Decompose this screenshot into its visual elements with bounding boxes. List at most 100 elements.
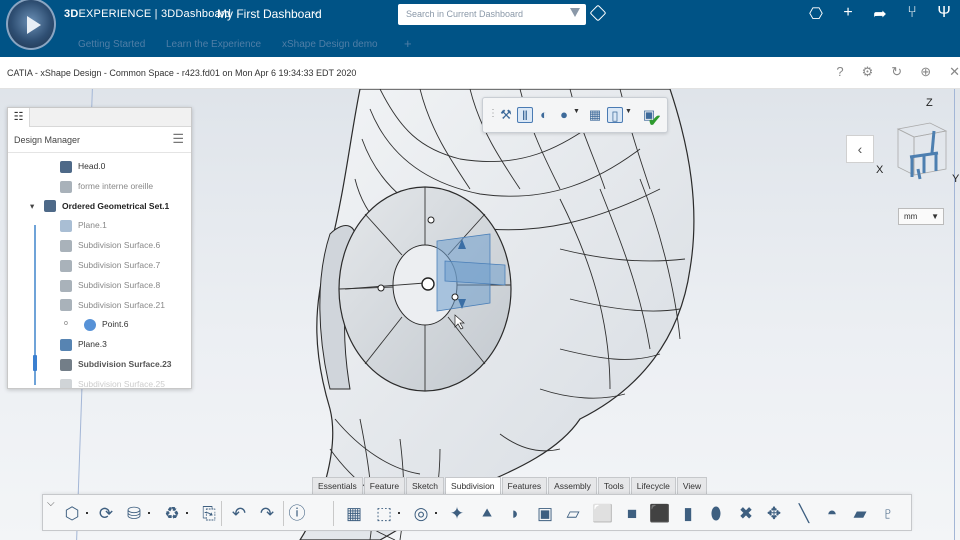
update-icon[interactable]: ⟳ — [95, 503, 117, 525]
grid-options-icon[interactable]: ▦ — [587, 107, 603, 123]
section-tab-sketch[interactable]: Sketch — [406, 477, 445, 495]
frame-icon[interactable]: ⬜ — [592, 503, 614, 525]
share-network-icon[interactable]: ⑂ — [904, 4, 920, 24]
tree-node[interactable]: ▾ Ordered Geometrical Set.1 — [30, 197, 169, 215]
face-icon[interactable]: ◗ — [504, 503, 526, 525]
surface-icon — [60, 160, 72, 173]
settings-icon[interactable]: ⚙ — [862, 64, 874, 80]
tree-node-label: Subdivision Surface.6 — [78, 240, 161, 251]
select-filter-icon[interactable]: ⚒ — [498, 107, 514, 123]
crease-icon[interactable]: ╲ — [793, 503, 815, 525]
tree-node[interactable]: Subdivision Surface.6 — [60, 236, 160, 254]
undo-icon[interactable]: ↶ — [228, 503, 250, 525]
tree-node[interactable]: Subdivision Surface.23 — [60, 355, 172, 373]
solid-icon[interactable]: ▮ — [677, 503, 699, 525]
recycle-icon[interactable]: ♻ — [161, 503, 188, 525]
mirror-tool-icon[interactable]: Ⅱ — [517, 107, 533, 123]
toolbar-grip-icon[interactable]: ⋮ — [488, 108, 498, 119]
chevron-left-icon[interactable]: ‹ — [846, 135, 874, 163]
edit-mesh-icon[interactable]: ✦ — [446, 503, 468, 525]
sphere-icon[interactable]: ◎ — [410, 503, 437, 525]
close-icon[interactable]: ✕ — [949, 64, 960, 80]
section-tab-assembly[interactable]: Assembly — [548, 477, 597, 495]
symmetry-icon[interactable]: ♇ — [877, 503, 899, 525]
compass-menu-icon[interactable]: Ψ — [936, 4, 952, 24]
extrude-icon[interactable]: ▣ — [534, 503, 556, 525]
shading-icon[interactable]: ◐ — [536, 107, 552, 123]
tree-node-label: Subdivision Surface.23 — [78, 359, 172, 369]
box-icon[interactable]: ⬛ — [649, 503, 671, 525]
add-tab-icon[interactable]: + — [404, 36, 412, 51]
tree-node-label: Subdivision Surface.21 — [78, 299, 165, 310]
bend-icon[interactable]: ▱ — [562, 503, 584, 525]
copy-icon[interactable]: ⎘ — [198, 503, 220, 525]
axis-x-label: X — [876, 164, 884, 176]
section-tab-subdivision[interactable]: Subdivision — [445, 477, 501, 495]
database-icon[interactable]: ⛁ — [123, 503, 150, 525]
surface-icon — [60, 259, 72, 272]
part-select-icon[interactable]: ⬡ — [61, 503, 88, 525]
section-tab-view[interactable]: View — [676, 477, 708, 495]
filter-icon[interactable] — [570, 8, 580, 17]
section-tab-feature[interactable]: Feature — [363, 477, 406, 495]
help-icon[interactable]: ⓘ — [286, 503, 308, 525]
add-icon[interactable]: + — [840, 4, 856, 24]
view-cube-icon[interactable] — [890, 117, 952, 185]
unit-select[interactable]: mm ▼ — [898, 208, 944, 225]
top-right-icons: ⎔ + ➦ ⑂ Ψ — [808, 4, 952, 24]
tab-learn-experience[interactable]: Learn the Experience — [166, 39, 261, 50]
section-tab-essentials[interactable]: Essentials — [312, 477, 363, 495]
validate-check-icon[interactable]: ✔ — [648, 111, 661, 131]
search-input[interactable]: Search in Current Dashboard — [398, 4, 586, 25]
surface-icon — [60, 239, 72, 252]
menu-icon[interactable]: ☰ — [172, 131, 184, 147]
share-icon[interactable]: ⎔ — [808, 4, 824, 24]
tube-icon[interactable]: ⬮ — [705, 503, 727, 525]
slice-icon[interactable]: ▰ — [849, 503, 871, 525]
tree-node[interactable]: forme interne oreille — [60, 177, 153, 195]
redo-icon[interactable]: ↷ — [256, 503, 278, 525]
brand: 3DEXPERIENCE | 3DDashboard — [64, 8, 231, 20]
transform-icon[interactable]: ✥ — [763, 503, 785, 525]
expand-toggle-icon[interactable]: ▾ — [30, 197, 34, 215]
delete-face-icon[interactable]: ✖ — [735, 503, 757, 525]
broadcast-icon[interactable]: ➦ — [872, 4, 888, 24]
panel-icon[interactable]: ■ — [621, 503, 643, 525]
help-icon[interactable]: ? — [836, 64, 843, 80]
section-tab-lifecycle[interactable]: Lifecycle — [630, 477, 676, 495]
app-header: CATIA - xShape Design - Common Space - r… — [0, 57, 960, 89]
sphere-cut-icon[interactable]: ◓ — [821, 503, 843, 525]
app-title: CATIA - xShape Design - Common Space - r… — [7, 68, 357, 78]
collapse-icon[interactable]: ⌵ — [47, 498, 55, 509]
tree-node[interactable]: Plane.3 — [60, 335, 107, 353]
chevron-down-icon[interactable]: ⌵ — [312, 7, 320, 18]
tree-icon[interactable]: ☷ — [8, 108, 30, 127]
tab-xshape-demo[interactable]: xShape Design demo — [282, 39, 378, 50]
section-tab-tools[interactable]: Tools — [597, 477, 630, 495]
axis-z-label: Z — [926, 97, 933, 109]
dashboard-title[interactable]: My First Dashboard — [217, 7, 322, 21]
refresh-icon[interactable]: ↻ — [891, 64, 902, 80]
sphere-icon[interactable]: ● — [556, 107, 572, 123]
tag-icon[interactable] — [589, 4, 607, 22]
tree-node[interactable]: Head.0 — [60, 157, 105, 175]
section-tab-features[interactable]: Features — [501, 477, 548, 495]
tab-getting-started[interactable]: Getting Started — [78, 39, 145, 50]
surface-icon — [60, 299, 72, 312]
chevron-down-icon[interactable]: ▼ — [573, 108, 580, 115]
brand-rest: EXPERIENCE | 3DDashboard — [78, 8, 232, 20]
maximize-icon[interactable]: ⊕ — [920, 64, 931, 80]
3d-viewport[interactable]: ⋮ ⚒ Ⅱ ◐ ● ▼ ▦ ▯ ▼ ▣ ✔ ☷ Design Manager ☰… — [0, 89, 960, 540]
subdivision-grid-icon[interactable]: ▦ — [343, 503, 365, 525]
chevron-down-icon[interactable]: ▼ — [625, 108, 632, 115]
compass-icon[interactable] — [6, 0, 56, 50]
surface-mode-icon[interactable]: ▯ — [607, 107, 623, 123]
tree-node[interactable]: Subdivision Surface.7 — [60, 256, 160, 274]
vertex-icon[interactable]: ⯅ — [476, 503, 498, 525]
cube-icon[interactable]: ⬚ — [373, 503, 400, 525]
tree-node[interactable]: Plane.1 — [60, 216, 107, 234]
tree-node[interactable]: Subdivision Surface.25 — [60, 375, 165, 388]
tree-node[interactable]: Subdivision Surface.8 — [60, 276, 160, 294]
tree-node[interactable]: Subdivision Surface.21 — [60, 296, 165, 314]
tree-node[interactable]: o Point.6 — [64, 315, 128, 333]
